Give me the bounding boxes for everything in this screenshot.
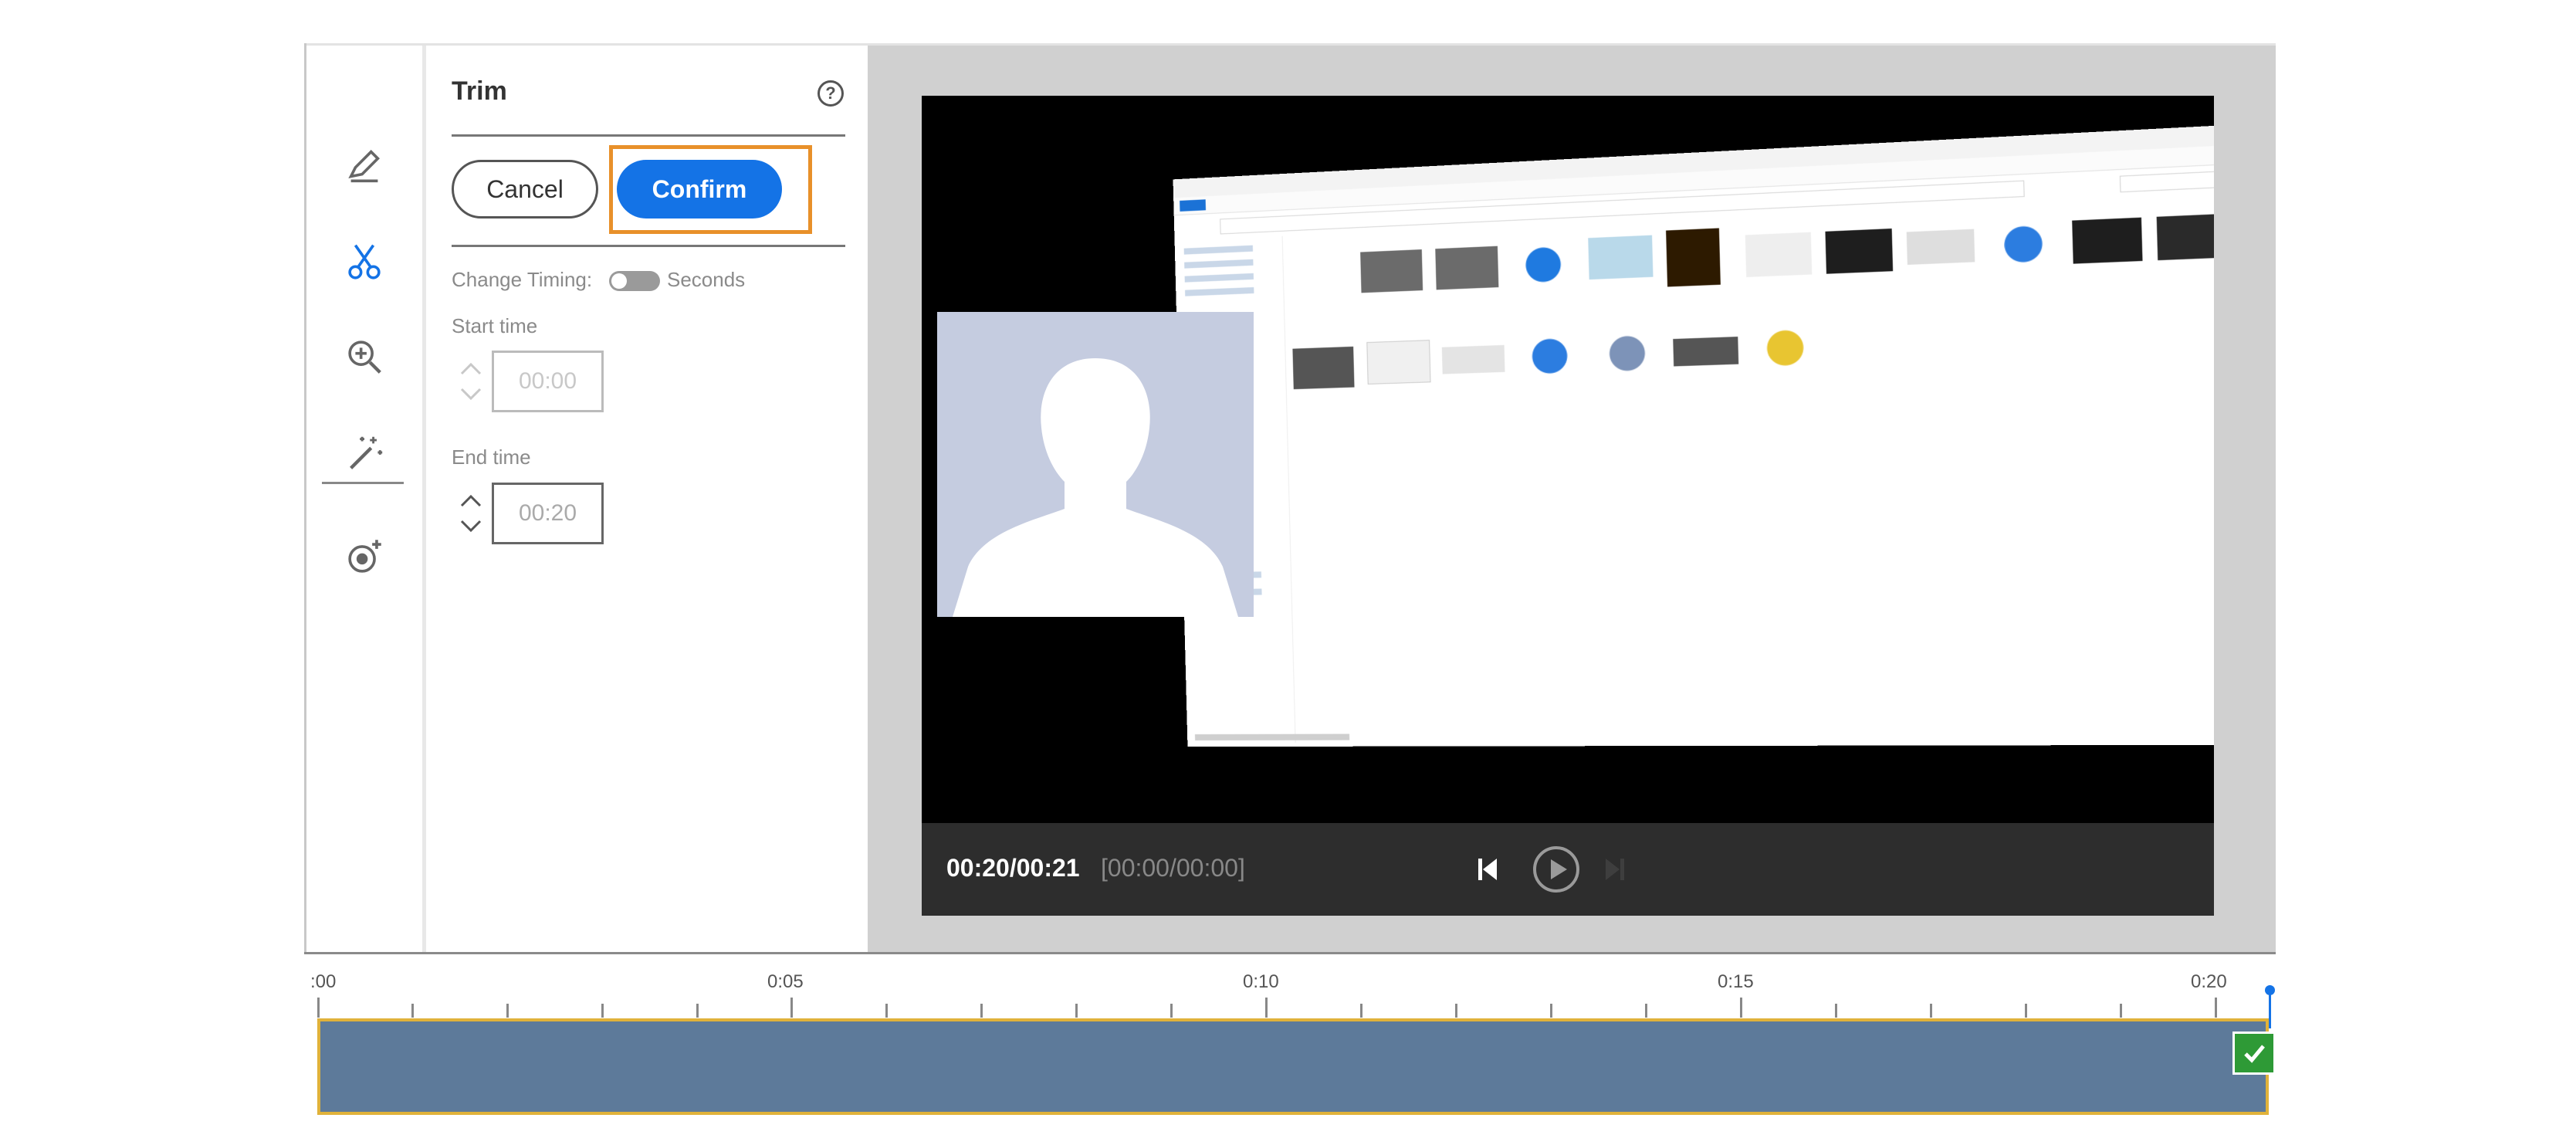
timeline-minor-tick [696,1004,699,1018]
timeline-minor-tick [1170,1004,1173,1018]
file-thumbnail [1360,249,1423,293]
timeline-major-tick [1740,998,1742,1018]
timeline-minor-tick [506,1004,509,1018]
selection-range-readout: [00:00/00:00] [1101,854,1245,882]
timeline-major-tick [317,998,320,1018]
file-thumbnail [1752,325,1819,371]
file-thumbnail [1745,232,1813,277]
timeline-label: 0:05 [767,971,804,992]
timeline-major-tick [2215,998,2217,1018]
preview-area: 00:20/00:21 [00:00/00:00] [868,46,2276,952]
timeline-label: 0:10 [1243,971,1279,992]
video-clip-track[interactable] [317,1018,2269,1115]
file-thumbnail [1673,337,1739,367]
magic-wand-icon[interactable] [337,425,391,479]
screen-ribbon-tab [1180,199,1207,212]
file-thumbnail [1594,331,1660,376]
screen-status-bar [1194,733,1350,741]
tool-divider [322,482,404,484]
confirm-button[interactable]: Confirm [617,160,782,218]
divider [452,245,845,247]
timeline-minor-tick [2025,1004,2027,1018]
trim-editor-window: Trim ? Cancel Confirm Change Timing: Sec… [304,43,2276,1115]
change-timing-label: Change Timing: [452,268,593,291]
file-thumbnail [1511,242,1576,287]
file-thumbnail [1588,235,1654,280]
panel-title: Trim [452,76,507,106]
file-thumbnail [1292,346,1355,390]
file-thumbnail [2072,217,2143,264]
file-thumbnail [1906,229,1975,265]
skip-to-end-icon[interactable] [1601,854,1629,889]
skip-to-start-icon[interactable] [1474,854,1501,889]
screen-search-box [2119,169,2214,193]
help-icon[interactable]: ? [817,80,844,107]
play-icon[interactable] [1532,845,1581,898]
file-thumbnail [2156,213,2214,261]
playhead[interactable] [2269,990,2271,1028]
timeline-major-tick [790,998,793,1018]
file-thumbnail [1366,340,1431,384]
video-preview[interactable] [922,96,2214,823]
timeline-minor-tick [1550,1004,1552,1018]
current-time-readout: 00:20/00:21 [946,854,1080,882]
check-icon[interactable] [2232,1032,2276,1075]
pen-edit-icon[interactable] [337,138,391,192]
scissors-icon[interactable] [337,234,391,288]
timeline-label: :00 [310,971,337,992]
start-time-field[interactable]: 00:00 [492,351,604,412]
timeline-label: 0:15 [1718,971,1754,992]
webcam-placeholder-avatar [937,312,1254,617]
zoom-icon[interactable] [337,330,391,384]
timeline-minor-tick [1075,1004,1078,1018]
timeline-minor-tick [885,1004,888,1018]
recorded-screen-image [1173,123,2214,747]
end-time-label: End time [452,445,531,469]
tool-bar [306,46,422,952]
file-thumbnail [1435,246,1499,290]
file-thumbnail [1989,221,2059,268]
timeline-minor-tick [601,1004,604,1018]
file-thumbnail [1441,344,1505,374]
seconds-label: Seconds [667,268,746,291]
timeline-minor-tick [411,1004,414,1018]
timeline-minor-tick [1360,1004,1362,1018]
cancel-button[interactable]: Cancel [452,160,598,218]
screen-nav-item [1184,259,1254,269]
screen-nav-item [1184,273,1254,283]
trim-panel: Trim ? Cancel Confirm Change Timing: Sec… [422,46,868,952]
timeline-minor-tick [1645,1004,1647,1018]
timeline-minor-tick [1455,1004,1457,1018]
screen-nav-item [1183,245,1254,255]
timeline-label: 0:20 [2191,971,2227,992]
toggle-knob [611,273,627,289]
start-time-label: Start time [452,314,538,337]
file-thumbnail [1518,334,1582,378]
start-time-stepper[interactable] [457,351,485,412]
file-thumbnail [1825,228,1894,274]
end-time-field[interactable]: 00:20 [492,483,604,544]
screen-nav-item [1185,286,1254,296]
record-add-icon[interactable] [337,530,391,584]
timeline-minor-tick [1835,1004,1837,1018]
timeline-major-tick [1265,998,1268,1018]
timeline-minor-tick [1930,1004,1932,1018]
timeline-minor-tick [980,1004,983,1018]
timeline-minor-tick [2120,1004,2122,1018]
illustrator-file-icon [1666,228,1721,287]
end-time-stepper[interactable] [457,483,485,544]
seconds-toggle[interactable] [609,271,660,291]
divider [452,134,845,137]
playback-controls: 00:20/00:21 [00:00/00:00] [922,823,2214,916]
timeline[interactable]: :00 0:05 0:10 0:15 0:20 [304,952,2276,1115]
